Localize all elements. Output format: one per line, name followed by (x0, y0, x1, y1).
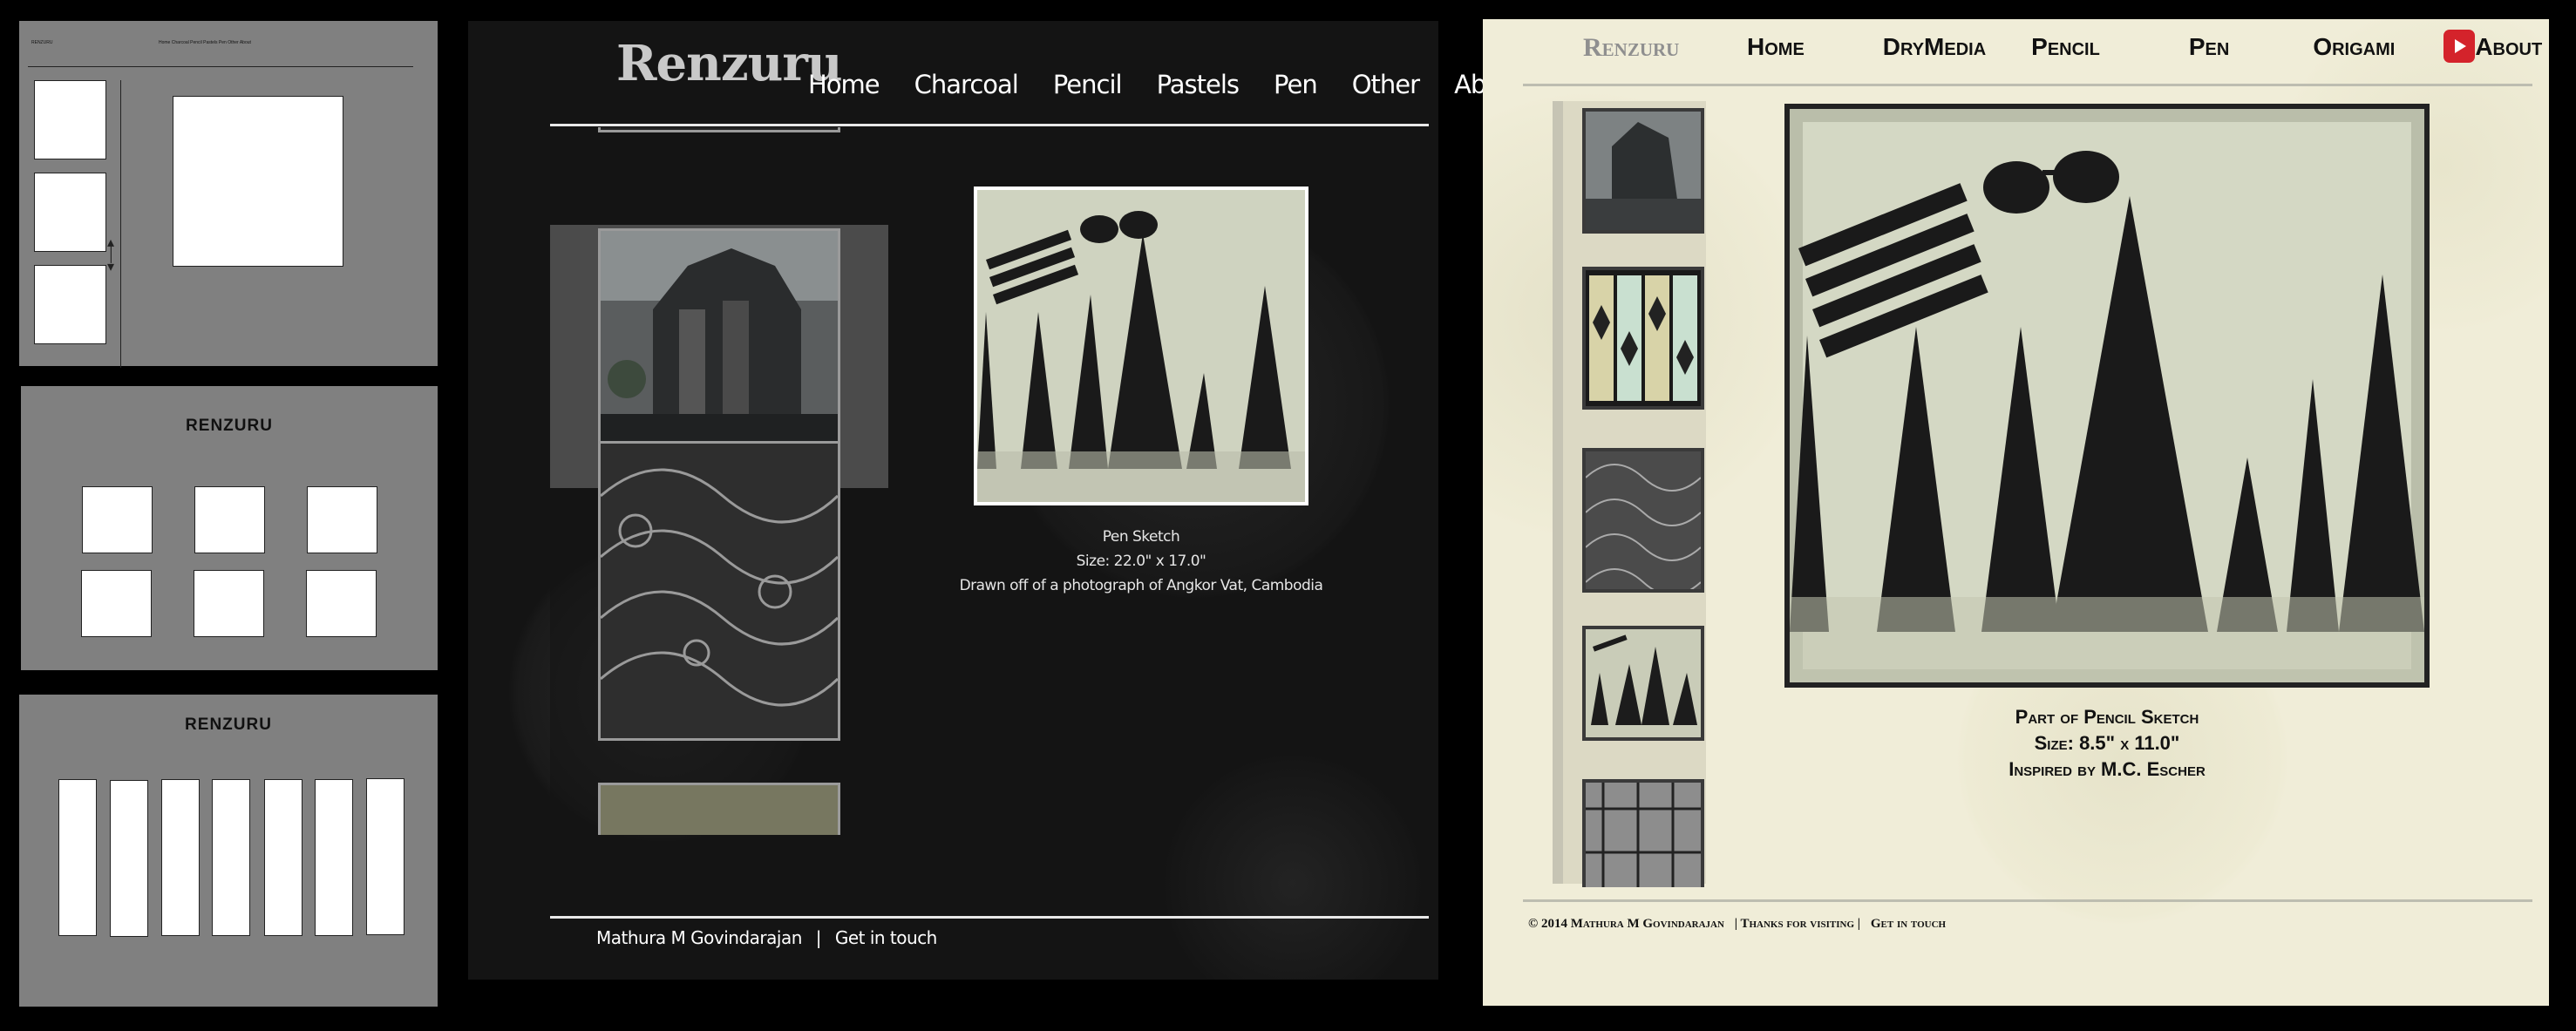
strip-placeholder (366, 778, 404, 935)
wireframe-strip-layout: RENZURU (19, 695, 438, 1007)
pattern-sketch-image (1586, 783, 1701, 887)
header-divider (550, 124, 1429, 126)
grid-placeholder (82, 486, 153, 553)
thumbnail-partial[interactable] (598, 783, 840, 835)
header-divider (1523, 84, 2532, 86)
dark-site-mockup: Renzuru Home Charcoal Pencil Pastels Pen… (468, 21, 1526, 980)
wireframe-grid-layout: RENZURU (21, 386, 438, 670)
thumbnail-fish-pattern[interactable] (1582, 448, 1704, 593)
get-in-touch-link[interactable]: Get in touch (835, 927, 938, 948)
footer: © 2014 Mathura M Govindarajan | Thanks f… (1528, 917, 1946, 932)
thumbnail-scroller[interactable] (550, 127, 888, 919)
main-nav: Home Charcoal Pencil Pastels Pen Other A… (808, 70, 1560, 99)
grid-placeholder (307, 486, 377, 553)
strip-placeholder (212, 779, 250, 936)
cream-site-mockup: Renzuru Home DryMedia Pencil Pen Origami… (1483, 19, 2549, 1006)
artwork-title: Part of Pencil Sketch (2015, 706, 2199, 728)
artwork-title: Pen Sketch (1102, 528, 1180, 546)
nav-origami[interactable]: Origami (2313, 33, 2395, 61)
footer-copyright: © 2014 Mathura M Govindarajan (1528, 917, 1724, 931)
strip-placeholder (58, 779, 97, 936)
footer-divider (550, 916, 1429, 919)
nav-pen[interactable]: Pen (2189, 33, 2229, 61)
strip-placeholder (264, 779, 302, 936)
artwork-size: Size: 8.5" x 11.0" (2034, 732, 2180, 754)
grid-placeholder (194, 570, 264, 637)
grid-placeholder (81, 570, 152, 637)
thumbnail-sidebar[interactable] (1553, 101, 1706, 887)
thumbnail-temple-pencil[interactable] (1582, 108, 1704, 234)
thumbnail-placeholder (34, 80, 106, 159)
nav-home[interactable]: Home (1747, 33, 1805, 61)
artwork-size: Size: 22.0" x 17.0" (1076, 553, 1206, 570)
nav-home[interactable]: Home (808, 70, 880, 99)
featured-artwork[interactable] (974, 187, 1308, 505)
artwork-note: Drawn off of a photograph of Angkor Vat,… (959, 577, 1323, 594)
thumbnail-fish-pattern[interactable] (598, 441, 840, 741)
nav-drymedia[interactable]: DryMedia (1883, 33, 1986, 61)
nav-pastels[interactable]: Pastels (1157, 70, 1240, 99)
fish-tessellation-image (1586, 451, 1701, 589)
site-logo[interactable]: Renzuru (1583, 33, 1679, 63)
nav-charcoal[interactable]: Charcoal (914, 70, 1019, 99)
divider (28, 66, 413, 67)
scroll-arrows-icon: ▴ │ ▾ (107, 235, 116, 275)
nav-pencil[interactable]: Pencil (1053, 70, 1123, 99)
wireframe-nav: Home Charcoal Pencil Pastels Pen Other A… (159, 40, 251, 45)
scroll-track (120, 80, 121, 368)
wireframe-gallery-layout: RENZURU Home Charcoal Pencil Pastels Pen… (19, 21, 438, 368)
main-nav: Home DryMedia Pencil Pen Origami About (1747, 33, 2542, 61)
footer-divider (1523, 899, 2532, 902)
temple-sketch-image (1586, 112, 1701, 230)
wireframe-title: RENZURU (185, 716, 272, 734)
nav-pencil[interactable]: Pencil (2031, 33, 2100, 61)
thumbnail-pattern-panels[interactable] (1582, 267, 1704, 410)
strip-placeholder (110, 780, 148, 937)
youtube-play-icon[interactable] (2443, 30, 2475, 63)
nav-pen[interactable]: Pen (1274, 70, 1318, 99)
pen-sketch-temples-image (1586, 629, 1701, 737)
strip-placeholder (315, 779, 353, 936)
footer-thanks: | Thanks for visiting | (1734, 917, 1861, 931)
nav-about[interactable]: About (2475, 33, 2542, 61)
grid-placeholder (194, 486, 265, 553)
wireframe-title: RENZURU (31, 40, 53, 45)
get-in-touch-link[interactable]: Get in touch (1871, 917, 1946, 931)
thumbnail-partial[interactable] (1582, 779, 1704, 887)
artwork-note: Inspired by M.C. Escher (2008, 758, 2206, 780)
thumbnail-partial[interactable] (598, 127, 840, 132)
feature-placeholder (173, 96, 343, 267)
thumbnail-placeholder (34, 265, 106, 344)
pattern-panels-image (1586, 270, 1701, 406)
footer-separator: | (815, 927, 822, 948)
grid-placeholder (306, 570, 377, 637)
pencil-sketch-temples-image (1790, 109, 2424, 682)
footer: Mathura M Govindarajan | Get in touch (596, 927, 937, 948)
thumbnail-placeholder (34, 173, 106, 252)
footer-name: Mathura M Govindarajan (596, 927, 802, 948)
featured-artwork[interactable] (1784, 104, 2430, 688)
wireframe-title: RENZURU (186, 417, 273, 435)
thumbnail-pen-temples[interactable] (1582, 626, 1704, 741)
strip-placeholder (161, 779, 200, 936)
fish-tessellation-image (601, 444, 838, 738)
nav-other[interactable]: Other (1352, 70, 1420, 99)
pen-sketch-temples-image (977, 190, 1305, 502)
